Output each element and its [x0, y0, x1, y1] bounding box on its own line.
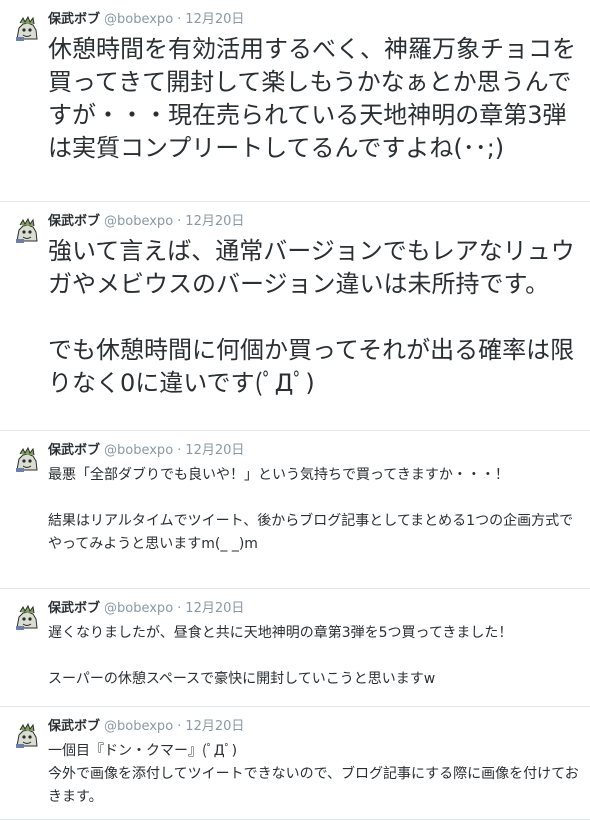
user-handle[interactable]: @bobexpo	[104, 601, 173, 616]
display-name[interactable]: 保武ボブ	[48, 214, 100, 229]
separator-dot: ·	[177, 214, 182, 229]
avatar[interactable]	[14, 722, 40, 748]
tweet-header: 保武ボブ @bobexpo · 12月20日	[48, 214, 580, 230]
tweet[interactable]: 保武ボブ @bobexpo · 12月20日 休憩時間を有効活用するべく、神羅万象チョ…	[0, 0, 590, 202]
tweet[interactable]: 保武ボブ @bobexpo · 12月20日 強いて言えば、通常バージョンでもレアなリ…	[0, 202, 590, 431]
tweet-header: 保武ボブ @bobexpo · 12月20日	[48, 601, 580, 617]
tweet-timestamp[interactable]: 12月20日	[185, 214, 244, 229]
tweet-text: 休憩時間を有効活用するべく、神羅万象チョコを買ってきて開封して楽しもうかなぁとか…	[48, 35, 576, 162]
user-handle[interactable]: @bobexpo	[104, 719, 173, 734]
tweet-timestamp[interactable]: 12月20日	[185, 443, 244, 458]
tweet-timestamp[interactable]: 12月20日	[185, 601, 244, 616]
tweet-text: 強いて言えば、通常バージョンでもレアなリュウガやメビウスのバージョン違いは未所持…	[48, 237, 575, 397]
tweet-header: 保武ボブ @bobexpo · 12月20日	[48, 719, 580, 735]
display-name[interactable]: 保武ボブ	[48, 443, 100, 458]
tweet-timeline: 保武ボブ @bobexpo · 12月20日 休憩時間を有効活用するべく、神羅万象チョ…	[0, 0, 590, 820]
separator-dot: ·	[177, 719, 182, 734]
avatar[interactable]	[14, 217, 40, 243]
avatar[interactable]	[14, 15, 40, 41]
tweet-text: 最悪「全部ダブりでも良いや！」という気持ちで買ってきますか・・・！ 結果はリアル…	[48, 467, 574, 552]
separator-dot: ·	[177, 601, 182, 616]
tweet[interactable]: 保武ボブ @bobexpo · 12月20日 一個目『ドン・クマー』(ﾟДﾟ) 今外で…	[0, 707, 590, 820]
tweet-header: 保武ボブ @bobexpo · 12月20日	[48, 12, 580, 28]
display-name[interactable]: 保武ボブ	[48, 719, 100, 734]
display-name[interactable]: 保武ボブ	[48, 12, 100, 27]
tweet-timestamp[interactable]: 12月20日	[185, 719, 244, 734]
tweet-text: 一個目『ドン・クマー』(ﾟДﾟ) 今外で画像を添付してツイートできないので、ブロ…	[48, 743, 579, 805]
avatar[interactable]	[14, 446, 40, 472]
user-handle[interactable]: @bobexpo	[104, 12, 173, 27]
tweet-text: 遅くなりましたが、昼食と共に天地神明の章第3弾を5つ買ってきました！ スーパーの…	[48, 625, 513, 687]
tweet[interactable]: 保武ボブ @bobexpo · 12月20日 遅くなりましたが、昼食と共に天地神明の章…	[0, 589, 590, 707]
display-name[interactable]: 保武ボブ	[48, 601, 100, 616]
user-handle[interactable]: @bobexpo	[104, 443, 173, 458]
tweet-timestamp[interactable]: 12月20日	[185, 12, 244, 27]
tweet[interactable]: 保武ボブ @bobexpo · 12月20日 最悪「全部ダブりでも良いや！」という気持…	[0, 431, 590, 589]
avatar[interactable]	[14, 604, 40, 630]
separator-dot: ·	[177, 12, 182, 27]
user-handle[interactable]: @bobexpo	[104, 214, 173, 229]
separator-dot: ·	[177, 443, 182, 458]
tweet-header: 保武ボブ @bobexpo · 12月20日	[48, 443, 580, 459]
